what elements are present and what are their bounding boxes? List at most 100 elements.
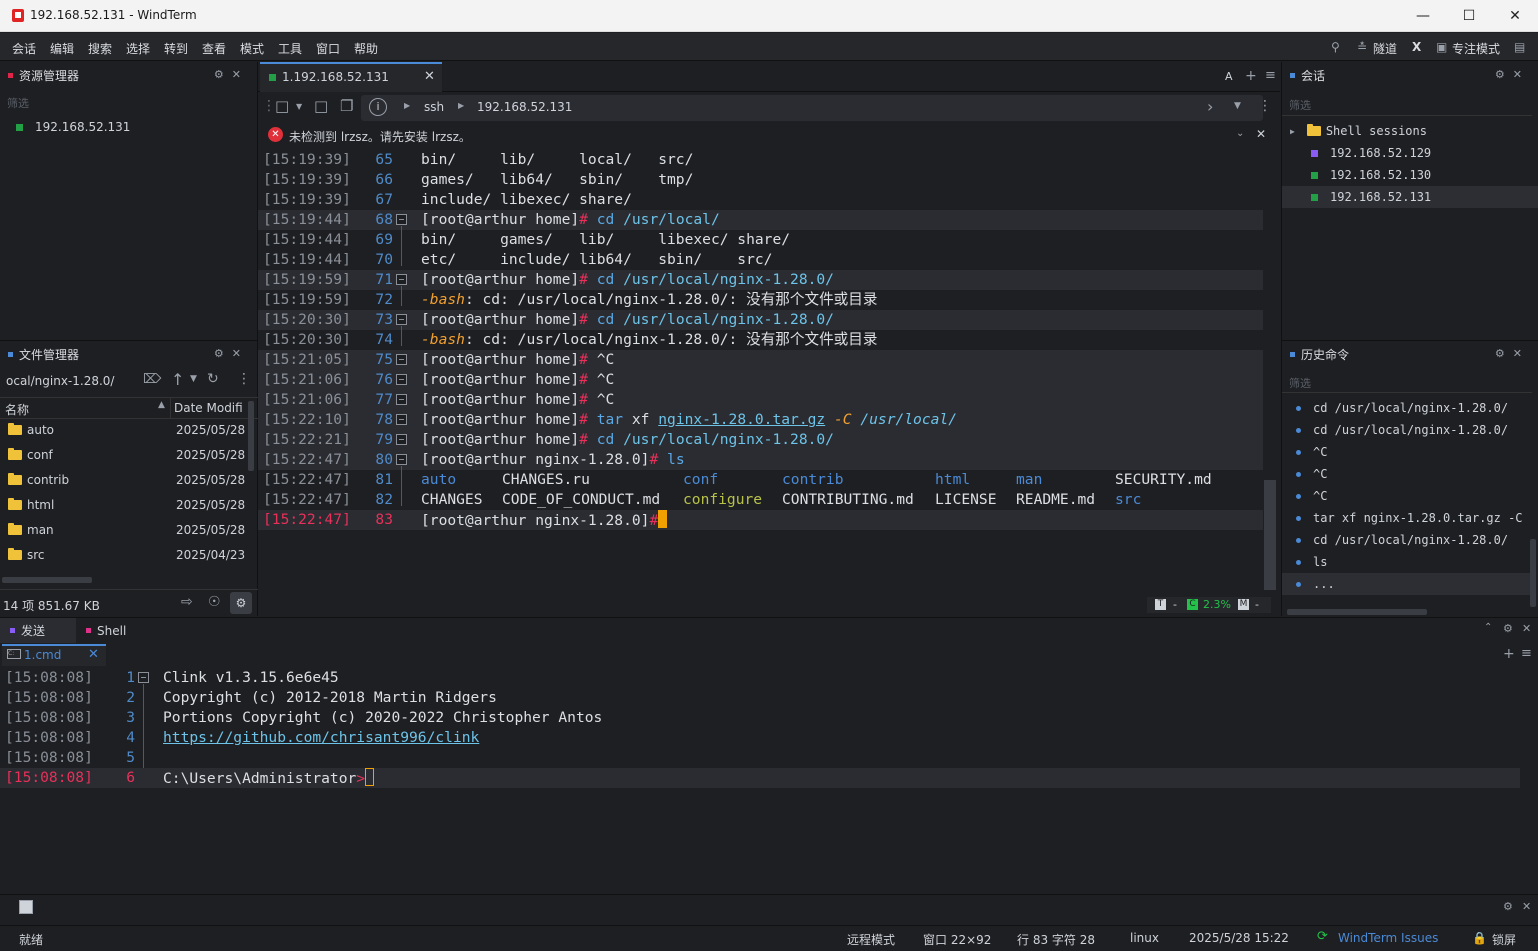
more-icon[interactable]: ⋮ bbox=[237, 371, 251, 387]
history-filter-input[interactable]: 筛选 bbox=[1289, 375, 1311, 391]
file-row[interactable]: html 2025/05/28 bbox=[8, 498, 248, 520]
history-item[interactable]: cd /usr/local/nginx-1.28.0/ bbox=[1282, 397, 1530, 419]
file-vscrollbar[interactable] bbox=[248, 401, 254, 471]
gear-icon[interactable]: ⚙✕ bbox=[1495, 347, 1530, 360]
menu-select[interactable]: 选择 bbox=[126, 40, 150, 57]
chevron-down-icon[interactable]: ⌄ bbox=[1236, 128, 1244, 139]
forward-icon[interactable]: › bbox=[1207, 97, 1213, 116]
copy-icon[interactable]: ❐ bbox=[340, 97, 353, 115]
status-mode[interactable]: 远程模式 bbox=[847, 931, 895, 948]
maximize-button[interactable]: ☐ bbox=[1446, 0, 1492, 32]
sync-icon[interactable]: ⚙ bbox=[230, 592, 252, 614]
menu-edit[interactable]: 编辑 bbox=[50, 40, 74, 57]
history-item[interactable]: ^C bbox=[1282, 463, 1530, 485]
font-icon[interactable]: A bbox=[1225, 70, 1233, 83]
path-input[interactable]: ocal/nginx-1.28.0/ bbox=[6, 374, 114, 388]
tab-session[interactable]: 1.192.168.52.131 ✕ bbox=[260, 62, 442, 92]
close-icon[interactable]: ✕ bbox=[88, 647, 99, 662]
tab-menu-icon[interactable]: ≡ bbox=[1265, 68, 1276, 83]
session-item[interactable]: 192.168.52.129 bbox=[1282, 142, 1532, 164]
terminal-output[interactable]: [15:19:39] 65 bin/ lib/ local/ src/[15:19:… bbox=[258, 150, 1263, 530]
explorer-item[interactable]: 192.168.52.131 bbox=[16, 120, 130, 134]
menu-session[interactable]: 会话 bbox=[12, 40, 36, 57]
up-arrow-icon[interactable]: ↑ bbox=[171, 370, 184, 389]
lock-button[interactable]: 锁屏 bbox=[1492, 931, 1516, 948]
panel-toggle-icon[interactable] bbox=[19, 900, 33, 914]
new-session-icon[interactable]: □ bbox=[275, 97, 289, 115]
tab-send[interactable]: 发送 bbox=[0, 618, 76, 643]
chevron-down-icon[interactable]: ▼ bbox=[190, 374, 197, 384]
cmd-output[interactable]: [15:08:08] 1 Clink v1.3.15.6e6e45 [15:08:08… bbox=[0, 668, 1520, 792]
file-row[interactable]: auto 2025/05/28 bbox=[8, 423, 248, 445]
history-item[interactable]: ... bbox=[1282, 573, 1530, 595]
history-item[interactable]: ^C bbox=[1282, 441, 1530, 463]
explorer-filter-input[interactable]: 筛选 bbox=[7, 95, 29, 111]
history-hscrollbar[interactable] bbox=[1287, 609, 1427, 615]
clear-icon[interactable]: ⌦ bbox=[143, 372, 161, 387]
close-icon[interactable]: ✕ bbox=[424, 69, 435, 84]
file-row[interactable]: man 2025/05/28 bbox=[8, 523, 248, 545]
menu-window[interactable]: 窗口 bbox=[316, 40, 340, 57]
menu-help[interactable]: 帮助 bbox=[354, 40, 378, 57]
gear-icon[interactable]: ⚙ bbox=[1503, 900, 1513, 913]
gear-icon[interactable]: ⚙✕ bbox=[214, 347, 249, 360]
column-date[interactable]: Date Modifi bbox=[174, 401, 243, 415]
menu-mode[interactable]: 模式 bbox=[240, 40, 264, 57]
x-button[interactable]: X bbox=[1412, 40, 1421, 54]
session-item[interactable]: 192.168.52.131 bbox=[1282, 186, 1538, 208]
chevron-up-icon[interactable]: ⌃ bbox=[1484, 622, 1492, 633]
close-icon[interactable]: ✕ bbox=[1256, 127, 1266, 141]
chevron-right-icon[interactable]: ▶ bbox=[1290, 127, 1295, 136]
chevron-down-icon[interactable]: ▼ bbox=[1234, 101, 1241, 111]
history-item[interactable]: ls bbox=[1282, 551, 1530, 573]
tab-shell[interactable]: Shell bbox=[86, 618, 126, 643]
tab-cmd[interactable]: C: 1.cmd ✕ bbox=[2, 644, 106, 666]
terminal-scrollbar[interactable] bbox=[1264, 480, 1276, 590]
minimize-button[interactable]: — bbox=[1400, 0, 1446, 32]
sessions-filter-input[interactable]: 筛选 bbox=[1289, 97, 1311, 113]
status-window[interactable]: 窗口 22×92 bbox=[923, 931, 991, 948]
layout-icon[interactable]: ▤ bbox=[1514, 40, 1525, 54]
file-row[interactable]: src 2025/04/23 bbox=[8, 548, 248, 570]
column-name[interactable]: 名称 bbox=[5, 401, 29, 418]
add-tab-icon[interactable]: + bbox=[1245, 68, 1257, 84]
add-tab-icon[interactable]: + bbox=[1503, 646, 1515, 662]
search-icon[interactable]: ⚲ bbox=[1331, 40, 1340, 54]
history-item[interactable]: cd /usr/local/nginx-1.28.0/ bbox=[1282, 529, 1530, 551]
history-item[interactable]: cd /usr/local/nginx-1.28.0/ bbox=[1282, 419, 1530, 441]
menu-tools[interactable]: 工具 bbox=[278, 40, 302, 57]
gear-icon[interactable]: ⚙✕ bbox=[1495, 68, 1530, 81]
session-group[interactable]: ▶ Shell sessions bbox=[1290, 120, 1427, 142]
address-bar[interactable]: i ▶ ssh ▶ 192.168.52.131 › ▼ bbox=[361, 95, 1263, 121]
chevron-down-icon[interactable]: ▼ bbox=[296, 102, 302, 111]
file-row[interactable]: contrib 2025/05/28 bbox=[8, 473, 248, 495]
gear-icon[interactable]: ⚙✕ bbox=[214, 68, 249, 81]
protocol-label[interactable]: ssh bbox=[424, 100, 444, 114]
menu-view[interactable]: 查看 bbox=[202, 40, 226, 57]
focus-mode-button[interactable]: 专注模式 bbox=[1452, 40, 1500, 57]
host-label[interactable]: 192.168.52.131 bbox=[477, 100, 572, 114]
menu-search[interactable]: 搜索 bbox=[88, 40, 112, 57]
open-folder-icon[interactable]: ⇨ bbox=[181, 594, 193, 610]
file-row[interactable]: conf 2025/05/28 bbox=[8, 448, 248, 470]
close-icon[interactable]: ✕ bbox=[1522, 900, 1531, 913]
session-item[interactable]: 192.168.52.130 bbox=[1282, 164, 1532, 186]
tab-menu-icon[interactable]: ≡ bbox=[1521, 646, 1532, 661]
tunnel-button[interactable]: 隧道 bbox=[1373, 40, 1397, 57]
menu-goto[interactable]: 转到 bbox=[164, 40, 188, 57]
location-icon[interactable]: ☉ bbox=[208, 594, 221, 610]
duplicate-icon[interactable]: □ bbox=[314, 97, 328, 115]
history-item[interactable]: tar xf nginx-1.28.0.tar.gz -C / bbox=[1282, 507, 1530, 529]
close-button[interactable]: ✕ bbox=[1492, 0, 1538, 32]
refresh-icon[interactable]: ↻ bbox=[207, 371, 219, 387]
status-os[interactable]: linux bbox=[1130, 931, 1159, 945]
history-item[interactable]: ^C bbox=[1282, 485, 1530, 507]
status-position[interactable]: 行 83 字符 28 bbox=[1017, 931, 1095, 948]
gear-icon[interactable]: ⚙ bbox=[1503, 622, 1513, 635]
info-icon[interactable]: i bbox=[369, 98, 387, 116]
more-icon[interactable]: ⋮ bbox=[1258, 98, 1272, 114]
issues-link[interactable]: WindTerm Issues bbox=[1338, 931, 1438, 945]
file-hscrollbar[interactable] bbox=[2, 577, 92, 583]
history-vscrollbar[interactable] bbox=[1530, 539, 1536, 607]
close-icon[interactable]: ✕ bbox=[1522, 622, 1531, 635]
